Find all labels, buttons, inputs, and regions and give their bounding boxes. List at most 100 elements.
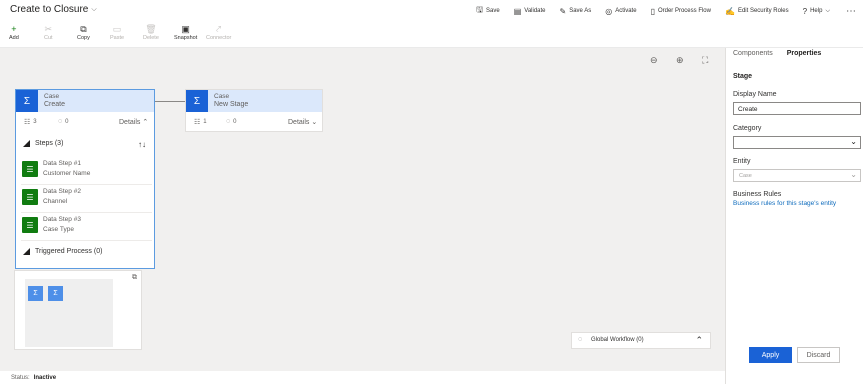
chevron-down-icon: ⌵ (825, 7, 830, 14)
steps-icon: ☷ (24, 119, 31, 126)
stage-name: Create (44, 101, 66, 108)
chevron-down-icon: ⌄ (850, 170, 857, 179)
data-step[interactable]: ☰ Data Step #2 Channel (21, 185, 152, 213)
category-select[interactable]: ⌄ (733, 136, 861, 149)
activate-button[interactable]: ◎ Activate (605, 7, 636, 16)
collapse-triangle-icon (23, 248, 30, 255)
data-step[interactable]: ☰ Data Step #3 Case Type (21, 213, 152, 241)
snapshot-icon: ▣ (181, 24, 190, 34)
minimap-stage-icon: Σ (48, 286, 63, 301)
data-step[interactable]: ☰ Data Step #1 Customer Name (21, 157, 152, 185)
command-bar: 🖫 Save ▤ Validate ✎ Save As ◎ Activate ▯… (462, 4, 857, 18)
process-title[interactable]: Create to Closure ⌵ (10, 4, 97, 15)
steps-header[interactable]: Steps (3) (23, 140, 63, 147)
steps-count: ☷ 3 (24, 119, 37, 126)
stage-new-stage[interactable]: Σ Case New Stage ☷ 1 ◌ 0 Details ⌄ (185, 89, 323, 132)
chevron-down-icon[interactable]: ⌵ (91, 6, 96, 14)
stage-entity: Case (44, 93, 60, 100)
data-step-icon: ☰ (22, 161, 38, 177)
minimap[interactable]: ⧉ Σ Σ (14, 270, 142, 350)
global-workflow-bar[interactable]: ◌ Global Workflow (0) ⌃ (571, 332, 711, 349)
stage-name: New Stage (214, 101, 249, 108)
stage-entity: Case (214, 93, 230, 100)
section-title: Stage (733, 73, 753, 80)
stage-icon: Σ (186, 90, 208, 112)
minimap-viewport[interactable]: Σ Σ (25, 279, 113, 347)
help-icon: ? (802, 6, 808, 16)
delete-button[interactable]: 🗑 Delete (143, 24, 159, 41)
copy-icon: ⧉ (80, 24, 87, 34)
entity-select: Case ⌄ (733, 169, 861, 182)
steps-icon: ☷ (194, 119, 201, 126)
stage-create[interactable]: Σ Case Create ☷ 3 ◌ 0 Details ⌃ Steps (3… (15, 89, 155, 269)
sort-icon[interactable]: ↑↓ (138, 140, 146, 149)
status-label: Status: (11, 375, 30, 381)
business-rules-link[interactable]: Business rules for this stage's entity (733, 200, 836, 207)
stage-header[interactable]: Σ Case Create (16, 90, 154, 112)
workflow-count: ◌ 0 (58, 118, 69, 125)
stage-connector (155, 101, 185, 102)
chevron-down-icon: ⌄ (311, 119, 318, 126)
process-title-text: Create to Closure (10, 4, 89, 15)
zoom-in-icon[interactable]: ⊕ (676, 55, 684, 66)
cut-button[interactable]: ✂ Cut (44, 24, 53, 41)
display-name-label: Display Name (733, 91, 777, 98)
order-process-flow-icon: ▯ (650, 6, 655, 16)
details-toggle[interactable]: Details ⌃ (119, 118, 148, 126)
paste-button[interactable]: ▭ Paste (110, 24, 124, 41)
chevron-up-icon[interactable]: ⌃ (695, 335, 703, 346)
zoom-out-icon[interactable]: ⊖ (650, 55, 658, 66)
collapse-triangle-icon (23, 140, 30, 147)
business-rules-label: Business Rules (733, 191, 782, 198)
validate-icon: ▤ (513, 6, 522, 16)
save-as-button[interactable]: ✎ Save As (560, 7, 592, 16)
activate-icon: ◎ (605, 6, 613, 16)
connector-button[interactable]: ⤤ Connector (206, 24, 231, 41)
copy-button[interactable]: ⧉ Copy (77, 24, 90, 41)
stage-header[interactable]: Σ Case New Stage (186, 90, 322, 112)
global-workflow-label: Global Workflow (0) (591, 337, 644, 343)
order-process-flow-button[interactable]: ▯ Order Process Flow (651, 7, 711, 16)
triggered-process-header[interactable]: Triggered Process (0) (23, 248, 102, 255)
workflow-icon: ◌ (578, 336, 583, 343)
validate-button[interactable]: ▤ Validate (514, 7, 546, 16)
entity-label: Entity (733, 158, 751, 165)
help-button[interactable]: ? Help ⌵ (803, 7, 830, 16)
expand-minimap-icon[interactable]: ⧉ (132, 274, 137, 282)
tab-components[interactable]: Components (733, 50, 773, 57)
data-step-icon: ☰ (22, 217, 38, 233)
status-bar: Status: Inactive (0, 371, 725, 384)
stage-icon: Σ (16, 90, 38, 112)
chevron-up-icon: ⌃ (142, 119, 149, 126)
steps-count: ☷ 1 (194, 119, 207, 126)
paste-icon: ▭ (112, 24, 122, 34)
edit-security-roles-button[interactable]: ✍ Edit Security Roles (725, 7, 789, 16)
workflow-icon: ◌ (226, 118, 231, 125)
workflow-icon: ◌ (58, 118, 63, 125)
fit-to-screen-icon[interactable]: ⛶ (702, 55, 708, 66)
properties-panel: Components Properties Stage Display Name… (725, 48, 863, 384)
snapshot-button[interactable]: ▣ Snapshot (174, 24, 197, 41)
stage-meta: ☷ 1 ◌ 0 Details ⌄ (186, 112, 322, 132)
add-button[interactable]: + Add (9, 24, 19, 41)
edit-security-roles-icon: ✍ (724, 6, 735, 16)
save-icon: 🖫 (476, 5, 484, 14)
status-value: Inactive (33, 375, 57, 381)
save-as-icon: ✎ (559, 6, 567, 16)
chevron-down-icon: ⌄ (850, 137, 857, 146)
data-step-icon: ☰ (22, 189, 38, 205)
workflow-count: ◌ 0 (226, 118, 237, 125)
discard-button[interactable]: Discard (797, 347, 840, 363)
category-label: Category (733, 125, 762, 132)
app-header: Create to Closure ⌵ 🖫 Save ▤ Validate ✎ … (0, 0, 863, 21)
tab-properties[interactable]: Properties (787, 50, 822, 57)
minimap-stage-icon: Σ (28, 286, 43, 301)
cut-icon: ✂ (44, 24, 53, 34)
save-button[interactable]: 🖫 Save (476, 4, 500, 18)
stage-meta: ☷ 3 ◌ 0 Details ⌃ (16, 112, 154, 132)
more-options-icon[interactable]: ⋯ (846, 6, 857, 17)
details-toggle[interactable]: Details ⌄ (288, 118, 317, 126)
connector-icon: ⤤ (216, 24, 222, 34)
apply-button[interactable]: Apply (749, 347, 792, 363)
display-name-field[interactable]: Create (733, 102, 861, 115)
